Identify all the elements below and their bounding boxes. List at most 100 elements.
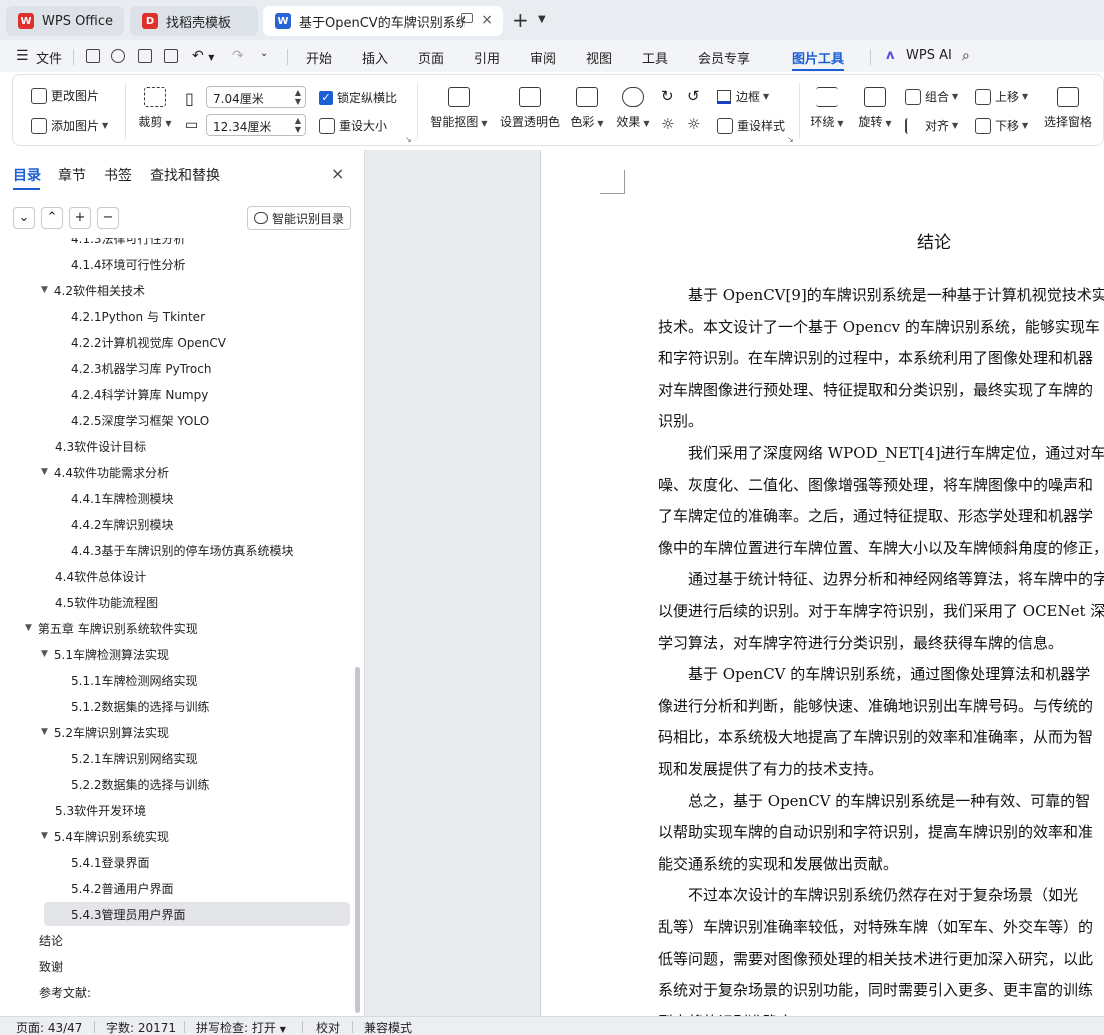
menu-wps-ai[interactable]: WPS AI [906, 48, 952, 63]
remove-heading-button[interactable]: − [97, 207, 119, 229]
wrap-button[interactable]: 环绕 ▼ [809, 87, 845, 130]
print-preview-icon[interactable] [164, 49, 178, 63]
toc-item[interactable]: 5.2.1车牌识别网络实现 [71, 746, 198, 770]
menu-review[interactable]: 审阅 [530, 48, 556, 67]
menu-picture-tools[interactable]: 图片工具 [792, 48, 844, 67]
share-icon[interactable] [111, 49, 125, 63]
toc-item[interactable]: ▼ 5.1车牌检测算法实现 [41, 642, 169, 666]
tab-docer[interactable]: D 找稻壳模板 [130, 6, 258, 36]
menu-member[interactable]: 会员专享 [698, 48, 750, 67]
reset-style-button[interactable]: 重设样式 [717, 117, 785, 134]
toc-item[interactable]: ▼ 4.4软件功能需求分析 [41, 460, 169, 484]
crop-button[interactable]: 裁剪 ▼ [137, 87, 173, 130]
rotate-right-icon[interactable]: ↺ [687, 87, 700, 105]
toc-item[interactable]: 4.4软件总体设计 [55, 564, 146, 588]
document-body[interactable]: 基于 OpenCV[9]的车牌识别系统是一种基于计算机视觉技术实 技术。本文设计了… [658, 284, 1104, 1016]
toc-item[interactable]: 结论 [39, 928, 63, 952]
expand-down-button[interactable]: ⌄ [13, 207, 35, 229]
menu-home[interactable]: 开始 [306, 48, 332, 67]
close-pane-icon[interactable]: × [331, 164, 344, 183]
close-tab-icon[interactable]: × [481, 12, 493, 28]
nav-tab-chapters[interactable]: 章节 [58, 165, 86, 185]
toc-item[interactable]: 4.4.1车牌检测模块 [71, 486, 174, 510]
page-count[interactable]: 页面: 43/47 [16, 1019, 82, 1035]
toc-item[interactable]: 5.2.2数据集的选择与训练 [71, 772, 210, 796]
toc-item[interactable]: 4.3软件设计目标 [55, 434, 146, 458]
nav-tab-find-replace[interactable]: 查找和替换 [150, 165, 220, 185]
toc-item[interactable]: 5.4.1登录界面 [71, 850, 150, 874]
dialog-launcher-icon[interactable]: ↘ [405, 135, 412, 144]
toc-item[interactable]: 4.2.4科学计算库 Numpy [71, 382, 208, 406]
toc-item[interactable]: 4.4.2车牌识别模块 [71, 512, 174, 536]
nav-tab-toc[interactable]: 目录 [13, 165, 41, 185]
toc-item[interactable]: 5.1.2数据集的选择与训练 [71, 694, 210, 718]
rotate-button[interactable]: 旋转 ▼ [857, 87, 893, 130]
toc-item[interactable]: 5.4.3管理员用户界面 [44, 902, 350, 926]
toc-item[interactable]: 4.5软件功能流程图 [55, 590, 158, 614]
toc-item[interactable]: 4.4.3基于车牌识别的停车场仿真系统模块 [71, 538, 294, 562]
add-heading-button[interactable]: + [69, 207, 91, 229]
menu-file[interactable]: 文件 [36, 48, 62, 67]
height-field[interactable]: 12.34厘米 ▲ ▼ [206, 114, 306, 136]
align-button[interactable]: 对齐 ▼ [905, 117, 958, 134]
toc-item[interactable]: 4.2.3机器学习库 PyTroch [71, 356, 211, 380]
set-transparent-button[interactable]: 设置透明色 [499, 87, 561, 130]
move-down-button[interactable]: 下移 ▼ [975, 117, 1028, 134]
lock-ratio-checkbox[interactable]: ✓ 锁定纵横比 [319, 89, 397, 106]
redo-icon[interactable]: ↷ [232, 48, 244, 64]
toc-item[interactable]: ▼ 第五章 车牌识别系统软件实现 [25, 616, 198, 640]
more-chevron-icon[interactable]: ⌄ [260, 48, 268, 59]
print-icon[interactable] [138, 49, 152, 63]
dialog-launcher-icon[interactable]: ↘ [787, 135, 794, 144]
proofread-button[interactable]: 校对 [316, 1019, 340, 1035]
menu-insert[interactable]: 插入 [362, 48, 388, 67]
expand-triangle-icon[interactable]: ▼ [41, 467, 48, 477]
change-image-button[interactable]: 更改图片 [31, 87, 99, 104]
expand-triangle-icon[interactable]: ▼ [41, 831, 48, 841]
selection-pane-button[interactable]: 选择窗格 [1043, 87, 1093, 130]
move-up-button[interactable]: 上移 ▼ [975, 88, 1028, 105]
menu-page[interactable]: 页面 [418, 48, 444, 67]
spinner-arrows-icon[interactable]: ▲ ▼ [295, 88, 301, 106]
toc-item[interactable]: 4.1.4环境可行性分析 [71, 252, 186, 276]
toc-item[interactable]: 4.2.2计算机视觉库 OpenCV [71, 330, 226, 354]
border-button[interactable]: 边框 ▼ [717, 88, 769, 105]
tab-document[interactable]: W 基于OpenCV的车牌识别系统 × [263, 6, 503, 36]
toc-item[interactable]: 5.1.1车牌检测网络实现 [71, 668, 198, 692]
expand-triangle-icon[interactable]: ▼ [41, 285, 48, 295]
search-icon[interactable]: ⌕ [962, 48, 970, 64]
toc-item[interactable]: 致谢 [39, 954, 63, 978]
toc-item[interactable]: 4.2.1Python 与 Tkinter [71, 304, 205, 328]
smart-cutout-button[interactable]: 智能抠图 ▼ [429, 87, 489, 130]
toc-item[interactable]: 5.4.2普通用户界面 [71, 876, 174, 900]
toc-item[interactable]: 参考文献: [39, 980, 91, 1004]
menu-view[interactable]: 视图 [586, 48, 612, 67]
expand-triangle-icon[interactable]: ▼ [41, 649, 48, 659]
undo-icon[interactable]: ↶ ▼ [192, 48, 214, 64]
color-button[interactable]: 色彩 ▼ [569, 87, 605, 130]
toc-item[interactable]: 4.1.3法律可行性分析 [71, 238, 186, 250]
hamburger-icon[interactable]: ☰ [16, 48, 29, 64]
reset-size-button[interactable]: 重设大小 [319, 117, 387, 134]
save-icon[interactable] [86, 49, 100, 63]
menu-reference[interactable]: 引用 [474, 48, 500, 67]
smart-toc-button[interactable]: 智能识别目录 [247, 206, 351, 230]
effect-button[interactable]: 效果 ▼ [615, 87, 651, 130]
menu-tools[interactable]: 工具 [642, 48, 668, 67]
spinner-arrows-icon[interactable]: ▲ ▼ [295, 116, 301, 134]
toc-scrollbar-thumb[interactable] [355, 667, 360, 1013]
add-image-button[interactable]: 添加图片 ▼ [31, 117, 108, 134]
expand-triangle-icon[interactable]: ▼ [25, 623, 32, 633]
toc-item[interactable]: ▼ 4.2软件相关技术 [41, 278, 145, 302]
toc-item[interactable]: ▼ 5.4车牌识别系统实现 [41, 824, 169, 848]
nav-tab-bookmarks[interactable]: 书签 [104, 165, 132, 185]
new-tab-button[interactable]: + [512, 10, 529, 30]
toc-item[interactable]: ▼ 5.2车牌识别算法实现 [41, 720, 169, 744]
collapse-up-button[interactable]: ⌃ [41, 207, 63, 229]
toc-item[interactable]: 4.2.5深度学习框架 YOLO [71, 408, 209, 432]
tab-wps-office[interactable]: W WPS Office [6, 6, 124, 36]
group-button[interactable]: 组合 ▼ [905, 88, 958, 105]
spell-check-toggle[interactable]: 拼写检查: 打开 ▼ [196, 1019, 286, 1035]
expand-triangle-icon[interactable]: ▼ [41, 727, 48, 737]
rotate-left-icon[interactable]: ↻ [661, 87, 674, 105]
